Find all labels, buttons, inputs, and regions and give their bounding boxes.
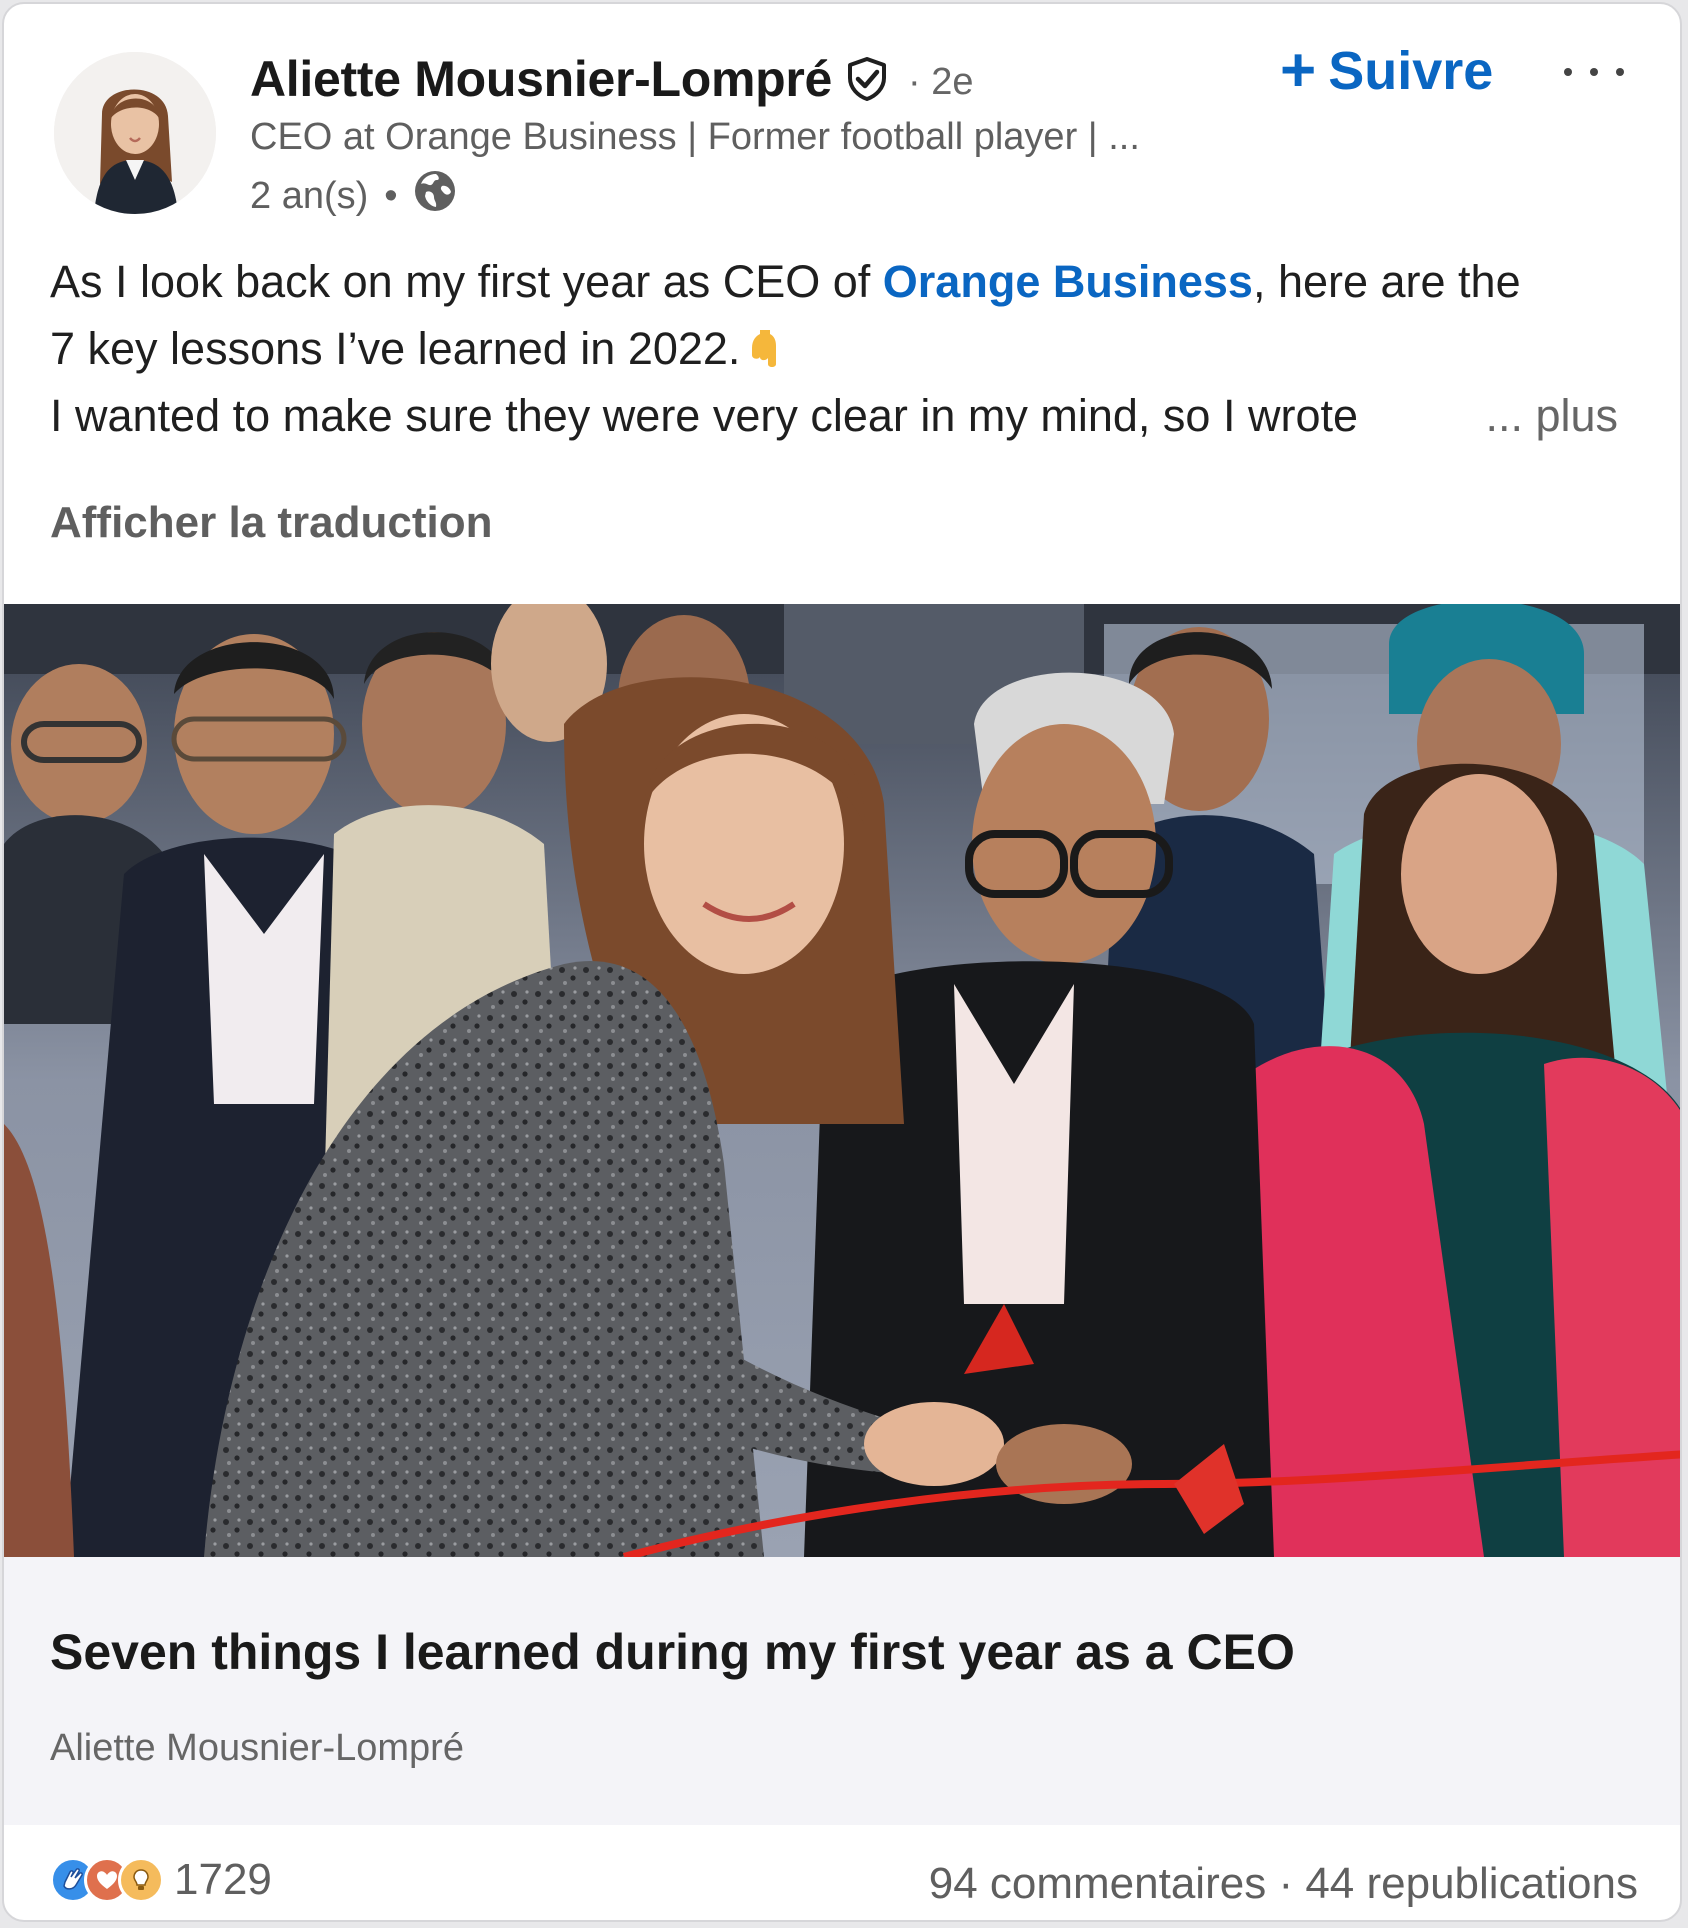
- post-text: As I look back on my first year as CEO o…: [50, 248, 1650, 449]
- comments-reposts: 94 commentaires · 44 republications: [929, 1859, 1638, 1909]
- pointing-down-emoji-icon: [740, 323, 784, 374]
- feed-post-card: Aliette Mousnier-Lompré · 2e CEO at Oran…: [2, 2, 1682, 1922]
- follow-label: Suivre: [1328, 41, 1494, 101]
- post-text-line-3: I wanted to make sure they were very cle…: [50, 382, 1650, 449]
- article-preview[interactable]: Seven things I learned during my first y…: [4, 1557, 1680, 1825]
- company-mention-link[interactable]: Orange Business: [883, 256, 1253, 307]
- verified-shield-icon: [844, 56, 890, 102]
- plus-icon: +: [1280, 36, 1317, 105]
- connection-degree: · 2e: [908, 60, 974, 103]
- social-separator: ·: [1278, 1859, 1294, 1908]
- social-counts-bar: 1729 94 commentaires · 44 republications: [4, 1825, 1680, 1920]
- author-name[interactable]: Aliette Mousnier-Lompré: [250, 50, 832, 108]
- author-avatar[interactable]: [54, 52, 216, 214]
- post-age: 2 an(s): [250, 174, 369, 217]
- reaction-count: 1729: [174, 1855, 272, 1904]
- lightbulb-icon: [118, 1857, 164, 1903]
- ellipsis-icon[interactable]: [1564, 52, 1624, 92]
- post-meta: 2 an(s) •: [250, 168, 458, 224]
- comments-count-link[interactable]: 94 commentaires: [929, 1859, 1266, 1908]
- reactions-summary[interactable]: 1729: [50, 1855, 272, 1905]
- post-text-line-2: 7 key lessons I’ve learned in 2022.: [50, 315, 1650, 382]
- reposts-count-link[interactable]: 44 republications: [1305, 1859, 1638, 1908]
- meta-separator: •: [384, 174, 398, 217]
- see-more-link[interactable]: ... plus: [1485, 382, 1618, 449]
- author-headline: CEO at Orange Business | Former football…: [250, 116, 1140, 158]
- post-text-line-1: As I look back on my first year as CEO o…: [50, 256, 1521, 307]
- article-author: Aliette Mousnier-Lompré: [50, 1727, 464, 1769]
- article-cover-photo[interactable]: [4, 604, 1680, 1557]
- globe-icon: [412, 168, 458, 224]
- show-translation-link[interactable]: Afficher la traduction: [50, 498, 493, 548]
- reaction-icons: [50, 1857, 164, 1903]
- follow-button[interactable]: + Suivre: [1280, 40, 1493, 102]
- article-title[interactable]: Seven things I learned during my first y…: [50, 1623, 1295, 1681]
- author-row: Aliette Mousnier-Lompré · 2e: [250, 50, 974, 108]
